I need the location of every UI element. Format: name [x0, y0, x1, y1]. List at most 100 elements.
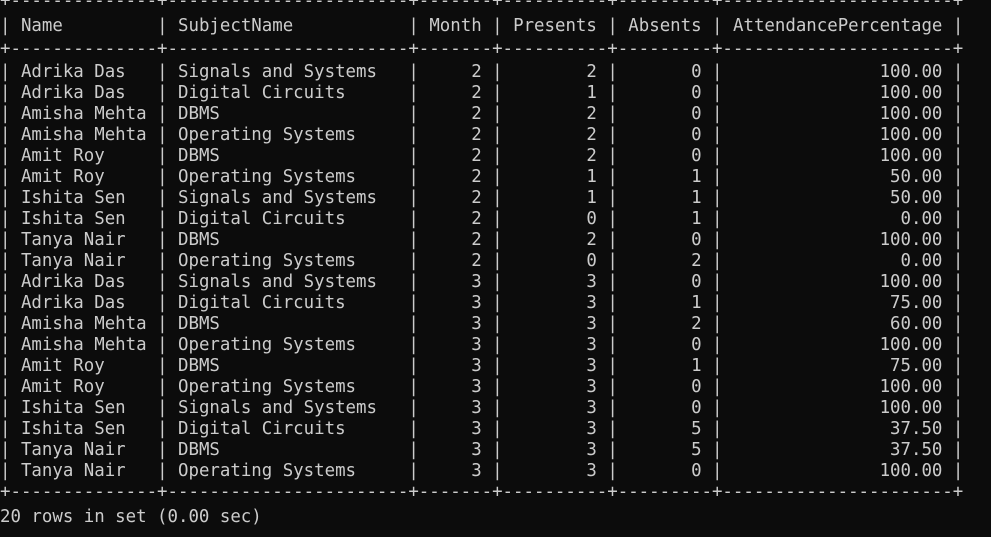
table-row: | Amit Roy | DBMS | 2 | 2 | 0 | 100.00 |: [0, 146, 964, 166]
table-row: | Amit Roy | Operating Systems | 3 | 3 |…: [0, 377, 964, 397]
table-cell: 3: [513, 335, 597, 355]
table-cell: 0: [628, 125, 702, 145]
table-cell: 2: [628, 251, 702, 271]
table-row: | Tanya Nair | DBMS | 3 | 3 | 5 | 37.50 …: [0, 440, 964, 460]
table-cell: 2: [628, 314, 702, 334]
table-cell: 100.00: [733, 104, 943, 124]
column-header-cell: SubjectName: [178, 16, 398, 36]
table-cell: Operating Systems: [178, 461, 398, 481]
table-cell: DBMS: [178, 146, 398, 166]
table-cell: 3: [429, 377, 482, 397]
table-cell: Ishita Sen: [20, 188, 147, 208]
table-bottom-border: +--------------+-----------------------+…: [0, 482, 964, 502]
table-cell: 3: [513, 419, 597, 439]
table-row: | Ishita Sen | Digital Circuits | 2 | 0 …: [0, 209, 964, 229]
table-cell: Signals and Systems: [178, 188, 398, 208]
table-cell: Adrika Das: [20, 293, 147, 313]
table-cell: 2: [513, 230, 597, 250]
table-cell: Digital Circuits: [178, 83, 398, 103]
table-cell: 100.00: [733, 62, 943, 82]
table-cell: 50.00: [733, 167, 943, 187]
table-cell: Tanya Nair: [20, 230, 147, 250]
table-cell: DBMS: [178, 440, 398, 460]
table-cell: Adrika Das: [20, 272, 147, 292]
table-cell: Signals and Systems: [178, 398, 398, 418]
table-cell: 75.00: [733, 293, 943, 313]
table-cell: 3: [429, 272, 482, 292]
table-cell: Tanya Nair: [20, 251, 147, 271]
table-cell: 1: [628, 167, 702, 187]
table-cell: 1: [628, 188, 702, 208]
table-cell: 3: [513, 377, 597, 397]
table-cell: DBMS: [178, 104, 398, 124]
table-cell: 2: [429, 62, 482, 82]
table-cell: 0: [628, 335, 702, 355]
table-cell: 100.00: [733, 398, 943, 418]
table-cell: 3: [429, 293, 482, 313]
column-header-cell: Presents: [513, 16, 597, 36]
column-header-cell: AttendancePercentage: [733, 16, 943, 36]
table-cell: Amisha Mehta: [20, 335, 147, 355]
table-cell: Operating Systems: [178, 125, 398, 145]
table-cell: 0: [513, 209, 597, 229]
table-header-row: | Name | SubjectName | Month | Presents …: [0, 16, 964, 36]
table-cell: 3: [513, 440, 597, 460]
table-cell: 3: [513, 356, 597, 376]
table-cell: Operating Systems: [178, 377, 398, 397]
table-cell: 0: [628, 461, 702, 481]
table-cell: 1: [628, 293, 702, 313]
table-cell: 1: [513, 188, 597, 208]
table-row: | Tanya Nair | Operating Systems | 2 | 0…: [0, 251, 964, 271]
column-header-cell: Name: [20, 16, 147, 36]
table-cell: Amit Roy: [20, 356, 147, 376]
terminal-window[interactable]: +--------------+-----------------------+…: [0, 0, 991, 537]
table-cell: Amit Roy: [20, 377, 147, 397]
table-cell: 2: [429, 83, 482, 103]
table-row: | Amisha Mehta | Operating Systems | 2 |…: [0, 125, 964, 145]
table-cell: 2: [429, 251, 482, 271]
table-cell: 0: [628, 83, 702, 103]
table-cell: 5: [628, 419, 702, 439]
table-row: | Adrika Das | Digital Circuits | 2 | 1 …: [0, 83, 964, 103]
table-cell: 2: [513, 62, 597, 82]
table-cell: Ishita Sen: [20, 398, 147, 418]
table-row: | Adrika Das | Digital Circuits | 3 | 3 …: [0, 293, 964, 313]
table-cell: DBMS: [178, 356, 398, 376]
table-cell: Adrika Das: [20, 83, 147, 103]
table-row: | Amisha Mehta | DBMS | 2 | 2 | 0 | 100.…: [0, 104, 964, 124]
table-cell: 100.00: [733, 230, 943, 250]
table-cell: 0: [628, 398, 702, 418]
table-cell: Amit Roy: [20, 146, 147, 166]
table-cell: 2: [429, 125, 482, 145]
table-cell: 100.00: [733, 83, 943, 103]
table-cell: Amit Roy: [20, 167, 147, 187]
table-cell: 2: [513, 146, 597, 166]
table-cell: 100.00: [733, 335, 943, 355]
table-cell: Operating Systems: [178, 335, 398, 355]
table-cell: Ishita Sen: [20, 419, 147, 439]
query-status-text: 20 rows in set (0.00 sec): [0, 507, 262, 527]
table-cell: 2: [429, 209, 482, 229]
table-cell: 100.00: [733, 461, 943, 481]
table-row: | Amisha Mehta | Operating Systems | 3 |…: [0, 335, 964, 355]
table-cell: 1: [628, 209, 702, 229]
table-cell: 3: [429, 335, 482, 355]
table-cell: 3: [513, 461, 597, 481]
table-cell: 100.00: [733, 146, 943, 166]
table-cell: 2: [513, 104, 597, 124]
table-cell: 1: [513, 167, 597, 187]
table-cell: Amisha Mehta: [20, 314, 147, 334]
table-cell: 100.00: [733, 272, 943, 292]
table-cell: 5: [628, 440, 702, 460]
table-cell: 0: [628, 146, 702, 166]
table-cell: 3: [429, 314, 482, 334]
table-cell: Operating Systems: [178, 167, 398, 187]
table-cell: Digital Circuits: [178, 209, 398, 229]
table-cell: 2: [513, 125, 597, 145]
table-row: | Ishita Sen | Signals and Systems | 2 |…: [0, 188, 964, 208]
table-cell: 0.00: [733, 209, 943, 229]
table-cell: 100.00: [733, 125, 943, 145]
table-cell: 2: [429, 230, 482, 250]
table-top-border: +--------------+-----------------------+…: [0, 0, 964, 11]
table-cell: 75.00: [733, 356, 943, 376]
